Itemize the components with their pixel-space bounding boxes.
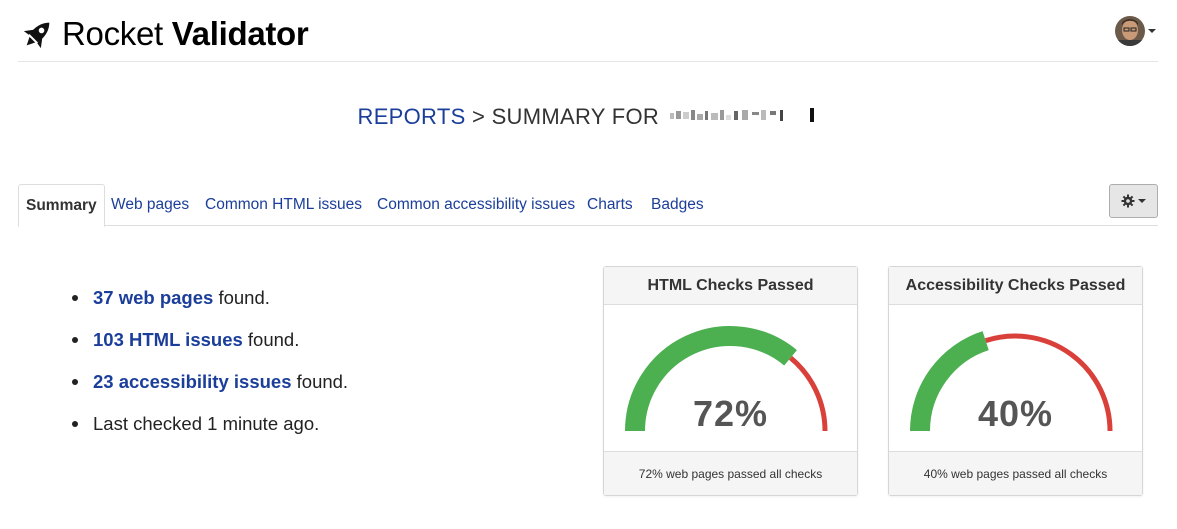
chevron-down-icon <box>1148 29 1156 33</box>
html-issues-link[interactable]: 103 HTML issues <box>93 329 243 350</box>
panel-title: HTML Checks Passed <box>604 267 857 305</box>
gauge-body: 40% <box>889 305 1142 452</box>
brand-name-bold: Validator <box>171 15 309 52</box>
summary-text: found. <box>242 329 300 350</box>
rocket-icon <box>23 22 50 49</box>
brand-name-light: Rocket <box>62 15 163 52</box>
accessibility-issues-link[interactable]: 23 accessibility issues <box>93 371 292 392</box>
web-pages-link[interactable]: 37 web pages <box>93 287 213 308</box>
panel-footer: 72% web pages passed all checks <box>604 451 857 495</box>
summary-list: 37 web pages found. 103 HTML issues foun… <box>72 282 348 450</box>
summary-text: found. <box>291 371 349 392</box>
summary-html-issues: 103 HTML issues found. <box>72 324 348 366</box>
breadcrumb-current: SUMMARY FOR <box>491 104 660 129</box>
chevron-down-icon <box>1138 199 1146 203</box>
tab-common-html-issues[interactable]: Common HTML issues <box>205 184 362 226</box>
tab-badges[interactable]: Badges <box>651 184 704 226</box>
breadcrumb-separator: > <box>471 104 486 129</box>
tab-charts[interactable]: Charts <box>587 184 633 226</box>
last-checked-text: Last checked 1 minute ago. <box>93 413 320 434</box>
avatar <box>1115 16 1145 46</box>
breadcrumb-reports-link[interactable]: REPORTS <box>358 104 466 129</box>
redacted-site-name <box>669 108 814 122</box>
summary-web-pages: 37 web pages found. <box>72 282 348 324</box>
tab-web-pages[interactable]: Web pages <box>111 184 189 226</box>
tab-summary[interactable]: Summary <box>18 184 105 227</box>
panel-footer: 40% web pages passed all checks <box>889 451 1142 495</box>
brand-logo[interactable]: Rocket Validator <box>20 14 309 54</box>
gear-icon <box>1121 194 1135 208</box>
tab-common-accessibility-issues[interactable]: Common accessibility issues <box>377 184 575 226</box>
gauge-body: 72% <box>604 305 857 452</box>
breadcrumb: REPORTS > SUMMARY FOR <box>0 104 1177 130</box>
html-checks-panel: HTML Checks Passed 72% 72% web pages pas… <box>603 266 858 496</box>
gauge-value: 72% <box>692 393 769 434</box>
summary-accessibility-issues: 23 accessibility issues found. <box>72 366 348 408</box>
brand-name: Rocket Validator <box>62 14 309 54</box>
accessibility-checks-panel: Accessibility Checks Passed 40% 40% web … <box>888 266 1143 496</box>
settings-dropdown-button[interactable] <box>1109 184 1158 218</box>
summary-text: found. <box>213 287 270 308</box>
navbar: Rocket Validator <box>18 0 1158 62</box>
report-tabs: Summary Web pages Common HTML issues Com… <box>18 184 1158 227</box>
panel-title: Accessibility Checks Passed <box>889 267 1142 305</box>
user-menu[interactable] <box>1115 16 1156 46</box>
summary-last-checked: Last checked 1 minute ago. <box>72 408 348 450</box>
gauge-value: 40% <box>977 393 1054 434</box>
